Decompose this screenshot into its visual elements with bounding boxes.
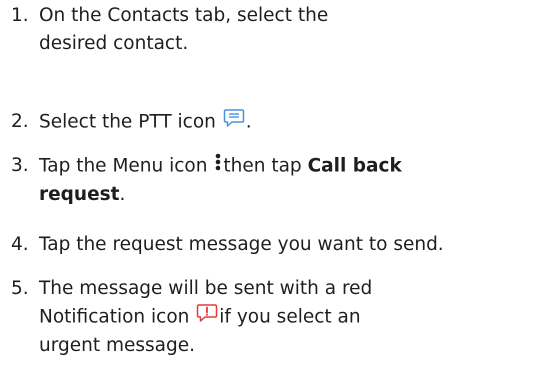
- step-number: 5.: [11, 278, 29, 299]
- step-text-middle: then tap: [223, 155, 302, 177]
- step-number: 1.: [11, 5, 29, 26]
- more-options-icon: [214, 152, 222, 181]
- step-text: Tap the request message you want to send…: [39, 234, 444, 255]
- step-number: 4.: [11, 234, 29, 255]
- step-text-after: .: [245, 111, 252, 133]
- step-text-before: Tap the Menu icon: [39, 155, 208, 177]
- step-text: On the Contacts tab, select the desired …: [39, 5, 329, 54]
- step-text-before: Select the PTT icon: [39, 111, 216, 133]
- step-text-after: .: [119, 184, 126, 205]
- step-text: Select the PTT icon .: [39, 108, 554, 137]
- step-text: The message will be sent with a red Noti…: [39, 275, 379, 360]
- step-number: 2.: [11, 111, 29, 132]
- urgent-notification-icon: [196, 303, 218, 332]
- step-number: 3.: [11, 155, 29, 176]
- step-text: Tap the Menu icon then tap Call back req…: [39, 152, 409, 209]
- ptt-chat-icon: [223, 108, 245, 137]
